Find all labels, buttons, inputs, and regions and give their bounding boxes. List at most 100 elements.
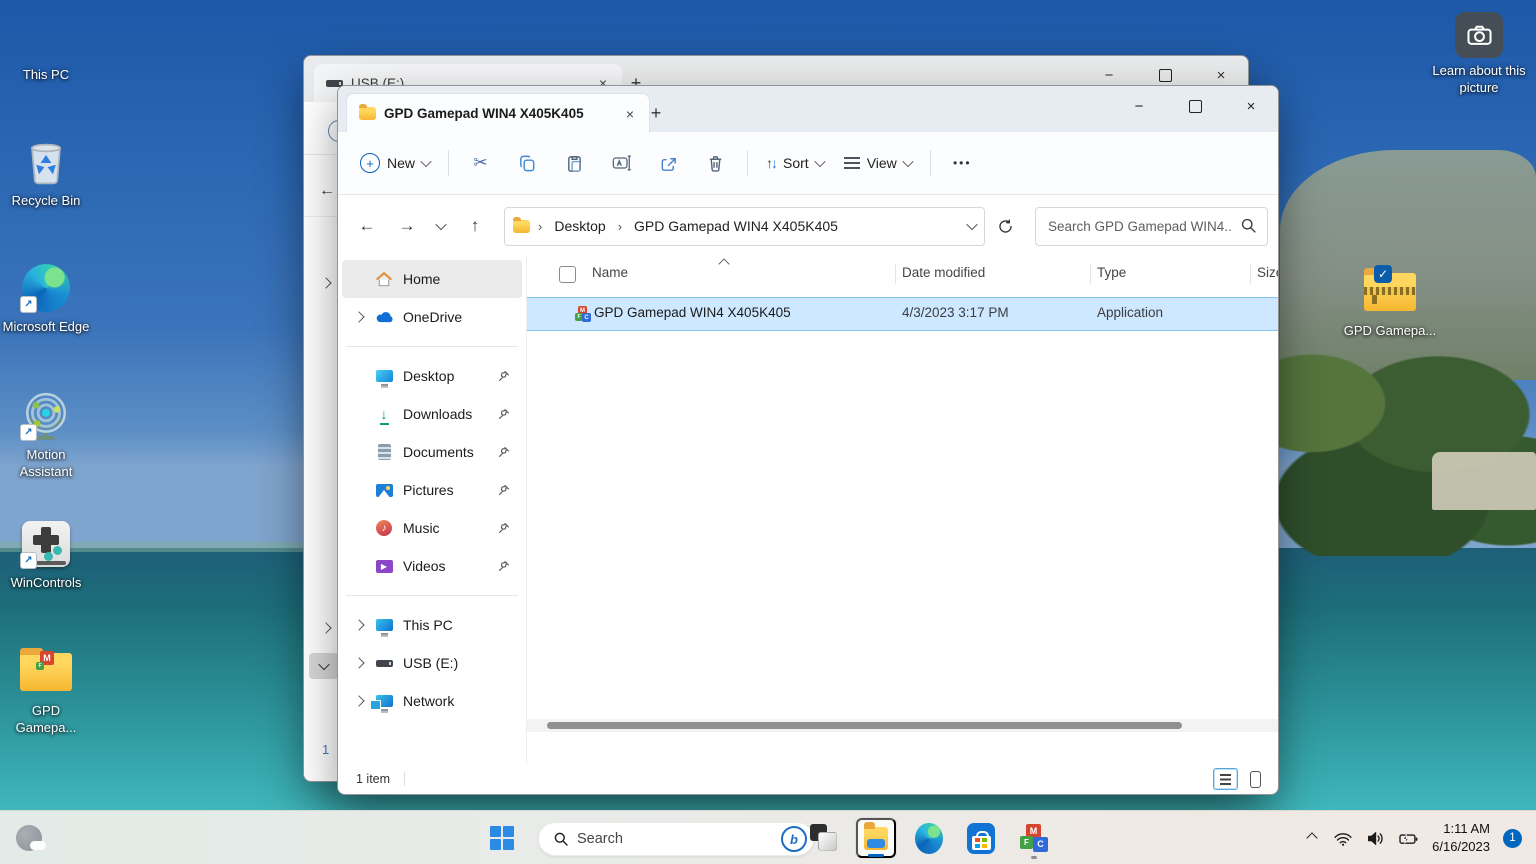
rename-button[interactable] — [598, 144, 645, 182]
desktop-icon-motion-assistant[interactable]: ↗ Motion Assistant — [2, 390, 90, 481]
background-collapse-button[interactable] — [309, 653, 339, 679]
sidebar-item-desktop[interactable]: Desktop — [342, 357, 522, 395]
desktop-learn-about-picture[interactable]: Learn about this picture — [1429, 12, 1529, 97]
volume-icon[interactable] — [1366, 830, 1385, 847]
new-button[interactable]: + New — [350, 146, 440, 180]
desktop-icon-recycle-bin[interactable]: Recycle Bin — [2, 136, 90, 210]
usb-drive-icon — [374, 660, 394, 667]
taskbar-edge-button[interactable] — [909, 818, 949, 858]
column-header-date-modified[interactable]: Date modified — [902, 265, 985, 280]
cut-icon: ✂ — [473, 153, 487, 173]
edge-icon — [915, 823, 943, 854]
divider — [747, 150, 748, 176]
windows-logo-icon — [490, 826, 514, 850]
sidebar-item-onedrive[interactable]: OneDrive — [342, 298, 522, 336]
details-view-button[interactable] — [1213, 768, 1238, 790]
sidebar-item-usb-e[interactable]: USB (E:) — [342, 644, 522, 682]
share-button[interactable] — [645, 144, 692, 182]
desktop-icon-wincontrols[interactable]: ↗ WinControls — [2, 518, 90, 592]
chevron-down-icon — [814, 156, 825, 167]
paste-button[interactable] — [551, 144, 598, 182]
large-icons-view-button[interactable] — [1243, 768, 1268, 790]
breadcrumb-current-folder[interactable]: GPD Gamepad WIN4 X405K405 — [630, 215, 842, 237]
widgets-weather-icon[interactable] — [16, 825, 42, 851]
taskbar-search[interactable]: b — [538, 822, 814, 856]
start-button[interactable] — [482, 818, 522, 858]
task-view-button[interactable] — [804, 818, 844, 858]
up-button[interactable]: ↑ — [456, 208, 494, 244]
background-back-button[interactable]: ← — [319, 182, 335, 200]
minimize-button[interactable]: − — [1116, 89, 1162, 123]
sidebar-item-videos[interactable]: ▶ Videos — [342, 547, 522, 585]
battery-charging-icon[interactable] — [1398, 830, 1419, 847]
desktop-icon-gpd-folder[interactable]: M F GPD Gamepa... — [2, 646, 90, 737]
desktop-icon-this-pc[interactable]: This PC — [2, 10, 90, 84]
file-list-pane: Name Date modified Type Size M F C — [527, 257, 1278, 764]
tab-close-button[interactable]: × — [619, 103, 641, 125]
motion-assistant-icon: ↗ — [18, 390, 74, 442]
clock-time: 1:11 AM — [1432, 820, 1490, 838]
item-count: 1 item — [356, 772, 390, 786]
sidebar-item-music[interactable]: ♪ Music — [342, 509, 522, 547]
explorer-search-input[interactable] — [1036, 208, 1267, 245]
copy-button[interactable] — [504, 144, 551, 182]
sidebar-item-this-pc[interactable]: This PC — [342, 606, 522, 644]
column-header-size[interactable]: Size — [1257, 265, 1278, 280]
back-button[interactable]: ← — [348, 208, 386, 244]
refresh-button[interactable] — [987, 208, 1023, 244]
pin-icon — [498, 408, 510, 420]
expand-chevron-icon[interactable] — [353, 619, 364, 630]
taskbar-clock[interactable]: 1:11 AM 6/16/2023 — [1432, 820, 1490, 855]
cut-button[interactable]: ✂ — [457, 144, 504, 182]
expand-chevron-icon[interactable] — [353, 657, 364, 668]
background-expand-chevron-icon[interactable] — [320, 622, 331, 633]
wifi-icon[interactable] — [1333, 830, 1353, 847]
horizontal-scrollbar[interactable] — [527, 719, 1278, 732]
desktop-icon-microsoft-edge[interactable]: ↗ Microsoft Edge — [2, 262, 90, 336]
shortcut-arrow-icon: ↗ — [20, 296, 37, 313]
expand-chevron-icon[interactable] — [353, 695, 364, 706]
selected-checkbox-icon[interactable]: ✓ — [1374, 265, 1392, 283]
address-bar[interactable]: › Desktop › GPD Gamepad WIN4 X405K405 — [504, 207, 985, 246]
sidebar-item-home[interactable]: Home — [342, 260, 522, 298]
address-dropdown-chevron-icon[interactable] — [966, 219, 977, 230]
new-tab-button[interactable]: + — [642, 99, 670, 127]
sidebar-item-documents[interactable]: Documents — [342, 433, 522, 471]
select-all-checkbox[interactable] — [559, 266, 576, 283]
close-button[interactable]: × — [1228, 89, 1274, 123]
sidebar-item-network[interactable]: Network — [342, 682, 522, 720]
file-row-selected[interactable]: M F C GPD Gamepad WIN4 X405K405 4/3/2023… — [527, 297, 1278, 331]
forward-button[interactable]: → — [388, 208, 426, 244]
column-header-name[interactable]: Name — [592, 265, 628, 280]
background-expand-chevron-icon[interactable] — [320, 277, 331, 288]
explorer-tabbar[interactable]: GPD Gamepad WIN4 X405K405 × + − × — [338, 86, 1278, 132]
search-icon — [1240, 217, 1257, 234]
expand-chevron-icon[interactable] — [353, 311, 364, 322]
sidebar-item-downloads[interactable]: ↓ Downloads — [342, 395, 522, 433]
taskbar-store-button[interactable] — [961, 818, 1001, 858]
delete-button[interactable] — [692, 144, 739, 182]
desktop-icon-gpd-zip[interactable]: ✓ GPD Gamepa... — [1342, 266, 1438, 340]
taskbar-gpd-installer-button[interactable]: M F C — [1014, 818, 1054, 858]
tray-overflow-chevron-icon[interactable] — [1306, 832, 1317, 843]
sort-button[interactable]: ↑↓ Sort — [756, 148, 834, 178]
sidebar-item-pictures[interactable]: Pictures — [342, 471, 522, 509]
explorer-tab[interactable]: GPD Gamepad WIN4 X405K405 × — [346, 93, 650, 133]
sort-ascending-icon — [718, 258, 729, 269]
scrollbar-thumb[interactable] — [547, 722, 1182, 729]
explorer-search[interactable] — [1035, 207, 1268, 246]
taskbar-file-explorer-button[interactable] — [856, 818, 896, 858]
maximize-button[interactable] — [1172, 89, 1218, 123]
column-header-type[interactable]: Type — [1097, 265, 1126, 280]
breadcrumb-desktop[interactable]: Desktop — [550, 215, 609, 237]
view-button[interactable]: View — [834, 148, 922, 178]
zip-folder-icon: ✓ — [1362, 266, 1418, 318]
taskbar-search-input[interactable] — [569, 831, 781, 847]
search-icon — [553, 831, 569, 847]
more-button[interactable]: ••• — [939, 144, 986, 182]
clock-date: 6/16/2023 — [1432, 838, 1490, 856]
status-bar: 1 item — [338, 764, 1278, 794]
taskbar: b M F C — [0, 810, 1536, 864]
recent-locations-button[interactable] — [428, 208, 454, 244]
notification-badge[interactable]: 1 — [1503, 829, 1522, 848]
